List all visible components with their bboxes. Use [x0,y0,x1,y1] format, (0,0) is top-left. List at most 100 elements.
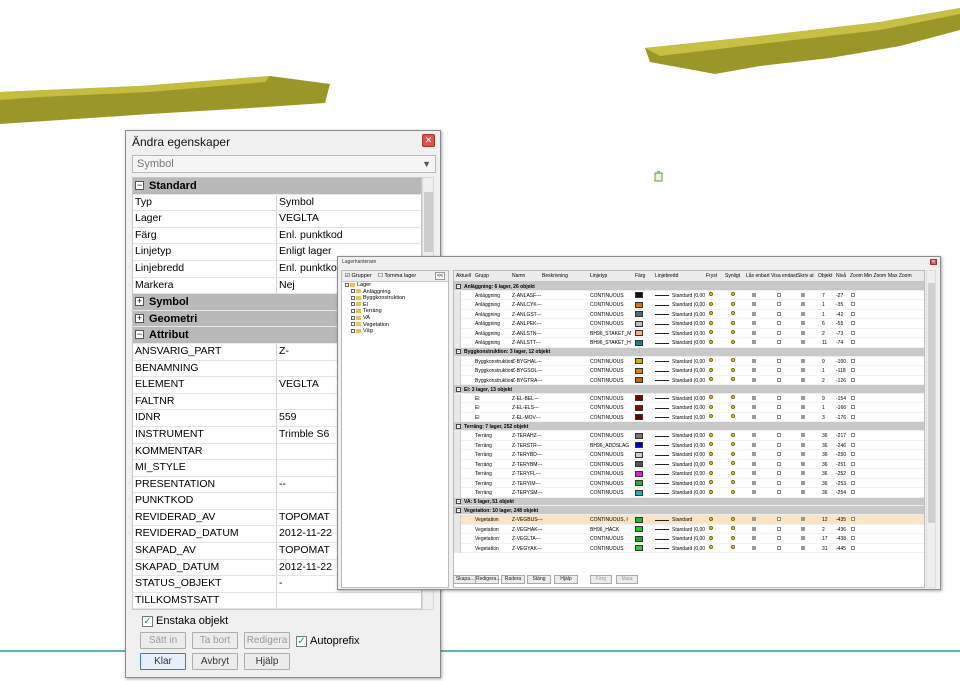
color-swatch[interactable] [635,461,643,468]
collapse-icon[interactable]: − [456,349,461,355]
printer-icon[interactable] [801,405,805,410]
column-header[interactable]: Färg [635,273,645,279]
layer-name-cell[interactable]: Z-TERSTR--- [512,443,542,449]
row-handle[interactable] [454,412,461,423]
zoom-checkbox[interactable] [851,414,855,419]
checkbox-icon[interactable] [351,315,355,320]
lightbulb-visible-icon[interactable] [731,545,735,550]
zoom-checkbox[interactable] [851,452,855,457]
column-header[interactable]: Linjetyp [590,273,607,279]
lock-icon[interactable] [752,340,756,345]
linetype-cell[interactable]: CONTINUOUS [590,471,624,477]
linetype-cell[interactable]: CONTINUOUS [590,368,624,374]
sun-freeze-icon[interactable] [709,301,713,306]
zoom-checkbox[interactable] [851,405,855,410]
zoom-checkbox[interactable] [851,545,855,550]
lock-icon[interactable] [752,433,756,438]
color-swatch[interactable] [635,311,643,318]
tree-item[interactable]: VA [342,315,448,322]
show-only-checkbox[interactable] [777,358,781,363]
row-handle[interactable] [454,338,461,348]
property-value[interactable]: Enl. punktkod [277,228,421,244]
layer-action-button[interactable]: Skapa... [453,575,477,584]
printer-icon[interactable] [801,377,805,382]
row-handle[interactable] [454,469,461,479]
sun-freeze-icon[interactable] [709,377,713,382]
color-swatch[interactable] [635,377,643,384]
linetype-cell[interactable]: CONTINUOUS [590,452,624,458]
lightbulb-visible-icon[interactable] [731,526,735,531]
checkbox-icon[interactable] [345,282,349,287]
printer-icon[interactable] [801,311,805,316]
collapse-icon[interactable]: − [456,283,461,289]
layer-row[interactable]: Byggkonstruktion Z-BYGHAL--- CONTINUOUS Sta… [454,356,924,367]
layer-group-header[interactable]: − VA: 5 lager, 51 objekt [454,497,924,507]
zoom-checkbox[interactable] [851,536,855,541]
zoom-checkbox[interactable] [851,311,855,316]
lineweight-cell[interactable]: Standard (0,00 [672,321,705,327]
lineweight-cell[interactable]: Standard (0,00 [672,396,705,402]
show-only-checkbox[interactable] [777,452,781,457]
linetype-cell[interactable]: CONTINUOUS [590,481,624,487]
row-handle[interactable] [454,403,461,413]
color-swatch[interactable] [635,404,643,411]
lock-icon[interactable] [752,321,756,326]
lightbulb-visible-icon[interactable] [731,320,735,325]
show-only-checkbox[interactable] [777,442,781,447]
layer-group-header[interactable]: − Terräng: 7 lager, 252 objekt [454,422,924,432]
color-swatch[interactable] [635,480,643,487]
sun-freeze-icon[interactable] [709,311,713,316]
collapse-icon[interactable]: − [456,423,461,429]
show-only-checkbox[interactable] [777,517,781,522]
printer-icon[interactable] [801,461,805,466]
printer-icon[interactable] [801,517,805,522]
lock-icon[interactable] [752,311,756,316]
show-only-checkbox[interactable] [777,302,781,307]
lock-icon[interactable] [752,480,756,485]
zoom-checkbox[interactable] [851,433,855,438]
printer-icon[interactable] [801,368,805,373]
zoom-checkbox[interactable] [851,340,855,345]
color-swatch[interactable] [635,292,643,299]
category-standard[interactable]: − Standard [133,178,421,195]
printer-icon[interactable] [801,433,805,438]
lightbulb-visible-icon[interactable] [731,395,735,400]
printer-icon[interactable] [801,442,805,447]
zoom-checkbox[interactable] [851,471,855,476]
printer-icon[interactable] [801,452,805,457]
sun-freeze-icon[interactable] [709,395,713,400]
layer-row[interactable]: Vegetation Z-VEGBUS--- CONTINUOUS, I Standa… [454,515,924,525]
lineweight-cell[interactable]: Standard (0,00 [672,302,705,308]
layer-name-cell[interactable]: Z-ANLGST--- [512,312,541,318]
layer-name-cell[interactable]: Z-TERYSM--- [512,490,542,496]
printer-icon[interactable] [801,490,805,495]
zoom-checkbox[interactable] [851,442,855,447]
lineweight-cell[interactable]: Standard (0,00 [672,536,705,542]
printer-icon[interactable] [801,480,805,485]
lightbulb-visible-icon[interactable] [731,516,735,521]
linetype-cell[interactable]: CONTINUOUS [590,293,624,299]
collapse-panel-button[interactable]: << [435,272,445,280]
sun-freeze-icon[interactable] [709,358,713,363]
printer-icon[interactable] [801,395,805,400]
show-only-checkbox[interactable] [777,311,781,316]
color-swatch[interactable] [635,545,643,552]
layer-row[interactable]: Anläggning Z-ANLASF--- CONTINUOUS Standard … [454,290,924,301]
row-handle[interactable] [454,488,461,498]
tomma-lager-checkbox[interactable]: ☐ Tomma lager [378,273,416,279]
layer-name-cell[interactable]: Z-VEGHAK--- [512,527,543,533]
tree-item[interactable]: Byggkonstruktion [342,295,448,302]
show-only-checkbox[interactable] [777,330,781,335]
layer-table-scrollbar[interactable] [926,270,936,588]
row-handle[interactable] [454,543,461,554]
show-only-checkbox[interactable] [777,471,781,476]
lock-icon[interactable] [752,490,756,495]
layer-name-cell[interactable]: Z-VEGBUS--- [512,517,543,523]
row-handle[interactable] [454,440,461,451]
show-only-checkbox[interactable] [777,292,781,297]
layer-name-cell[interactable]: Z-ANLCYK--- [512,302,542,308]
lineweight-cell[interactable]: Standard (0,00 [672,546,705,552]
checkbox-icon[interactable] [351,289,355,294]
printer-icon[interactable] [801,545,805,550]
zoom-checkbox[interactable] [851,480,855,485]
